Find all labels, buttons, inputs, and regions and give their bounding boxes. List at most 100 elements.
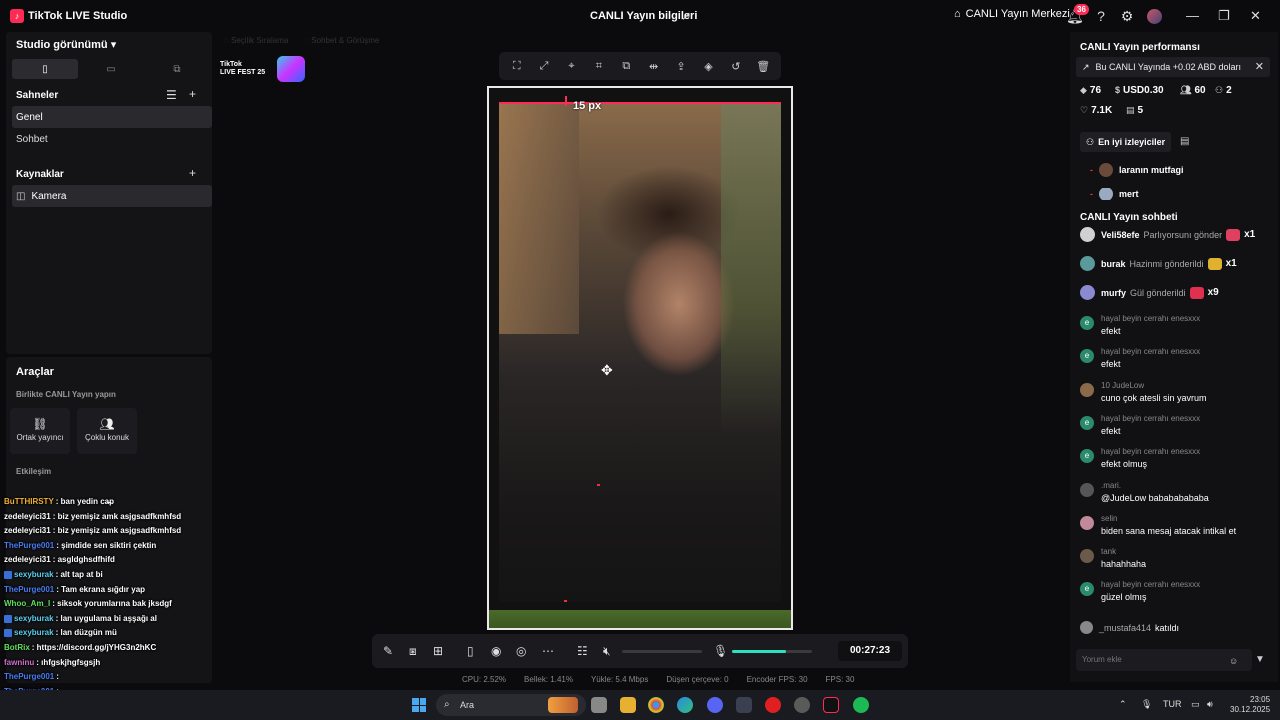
volume-icon[interactable]: 🔊︎	[1207, 699, 1213, 710]
gift-text: Hazinmi gönderildi	[1129, 258, 1204, 269]
search-highlight-icon[interactable]	[548, 697, 578, 713]
send-icon[interactable]: ▼	[1255, 654, 1265, 665]
avatar: e	[1080, 582, 1094, 597]
overlay-chat-text: : ban yedin ca̶p	[55, 497, 115, 506]
crop-icon[interactable]: ⌗	[592, 60, 606, 73]
overlay-chat-line: sexyburak: lan düzgün mü	[4, 628, 117, 637]
layers-icon[interactable]: ◈	[701, 60, 715, 73]
avatar: e	[1080, 349, 1094, 364]
speaker-muted-icon[interactable]: 🔇︎	[603, 644, 611, 659]
expand-icon[interactable]: ⤢	[537, 60, 551, 73]
encoder-fps-stat: Encoder FPS: 30	[746, 675, 808, 684]
overlay-chat-user: zedeleyici31	[4, 526, 51, 536]
mic-icon[interactable]: 🎙︎	[713, 644, 728, 658]
overlay-chat-text: : biz yemişiz amk asjgsadfkmhfsd	[52, 526, 182, 536]
copy-icon[interactable]: ⧉	[619, 60, 633, 73]
upload-stat: Yükle: 5.4 Mbps	[590, 675, 649, 684]
overlay-chat-line: BotRix: https://discord.gg/jYHG3n2hKC	[4, 643, 156, 652]
gift-icon	[1207, 257, 1222, 270]
top-viewers-tab[interactable]: ⚇ En iyi izleyiciler	[1080, 132, 1172, 152]
center-icon[interactable]: ⌖	[564, 60, 578, 73]
banner-close-icon[interactable]: ✕	[1255, 60, 1264, 73]
record-icon[interactable]: ◉	[491, 644, 501, 658]
scene-item-genel[interactable]: Genel	[12, 106, 212, 128]
task-view-icon[interactable]	[591, 697, 607, 713]
viewers-icon: 👥︎	[1180, 85, 1192, 95]
dual-layout-button[interactable]: ⧉	[144, 59, 210, 79]
maximize-icon[interactable]: ❐	[1218, 8, 1230, 24]
overlay-chat-user: ThePurge001	[4, 672, 55, 682]
list-icon[interactable]: ☰	[166, 88, 177, 102]
cohost-tool-button[interactable]: ⛓ Ortak yayıncı	[10, 408, 70, 454]
spotify-icon[interactable]	[853, 697, 869, 713]
chat-text: efekt	[1101, 359, 1121, 370]
comment-input[interactable]	[1076, 649, 1252, 671]
camera-plant-right	[721, 104, 781, 434]
trash-icon[interactable]: 🗑︎	[756, 60, 770, 73]
gift-text: Parlıyorsunı gönder	[1143, 229, 1223, 240]
live-center-button[interactable]: ⌂ CANLI Yayın Merkezi	[954, 8, 1070, 20]
tray-mic-icon[interactable]: 🎙︎	[1141, 699, 1152, 710]
list-view-icon[interactable]: ▤	[1180, 136, 1189, 147]
app-title: TikTok LIVE Studio	[28, 10, 128, 22]
file-explorer-icon[interactable]	[620, 697, 636, 713]
chat-text: efekt	[1101, 425, 1121, 436]
bring-front-icon[interactable]: ⇪	[674, 60, 688, 73]
share-icon[interactable]: ↗	[681, 9, 691, 23]
opera-icon[interactable]	[765, 697, 781, 713]
flip-icon[interactable]: ⇹	[647, 60, 661, 73]
discord-icon[interactable]	[707, 697, 723, 713]
diamond-icon: ◆	[1080, 85, 1087, 95]
camera-toggle-icon[interactable]: ◎	[516, 644, 526, 658]
scene-item-sohbet[interactable]: Sohbet	[12, 128, 212, 150]
close-icon[interactable]: ✕	[1250, 8, 1261, 24]
effects-icon[interactable]: ⧆	[409, 644, 417, 659]
stream-control-bar: ✎ ⧆ ⊞ ▯ ◉ ◎ ⋯ ☷ 🔇︎ 🎙︎ 00:27:23	[372, 634, 908, 668]
network-icon[interactable]: ▭	[1191, 699, 1200, 710]
tiktok-studio-icon[interactable]	[823, 697, 839, 713]
clock[interactable]: 23:05 30.12.2025	[1230, 695, 1270, 715]
undo-icon[interactable]: ↺	[729, 60, 743, 73]
steam-icon[interactable]	[736, 697, 752, 713]
memory-stat: Bellek: 1.41%	[524, 675, 573, 684]
mixer-icon[interactable]: ☷	[577, 644, 588, 658]
settings-app-icon[interactable]	[794, 697, 810, 713]
studio-view-dropdown[interactable]: Studio görünümü ▾	[16, 38, 116, 51]
scene-add-icon[interactable]: ⊞	[433, 644, 443, 658]
gear-icon[interactable]: ⚙	[1119, 8, 1135, 24]
language-indicator[interactable]: TUR	[1163, 699, 1182, 709]
profile-avatar[interactable]	[1147, 9, 1162, 24]
scenes-panel: Studio görünümü ▾ ▯ ▭ ⧉ Sahneler ☰ + Gen…	[6, 32, 212, 354]
top-viewer-row[interactable]: - mert	[1090, 188, 1139, 200]
tray-chevron-icon[interactable]: ⌃	[1119, 699, 1127, 710]
multi-guest-tool-button[interactable]: 👥︎ Çoklu konuk	[77, 408, 137, 454]
join-text: katıldı	[1155, 622, 1180, 633]
volume-slider[interactable]	[622, 650, 702, 653]
top-viewer-row[interactable]: - laranın mutfagi	[1090, 163, 1184, 177]
gift-row: burak Hazinmi gönderildi x1	[1080, 256, 1237, 271]
emoji-icon[interactable]: ☺	[1229, 656, 1238, 666]
landscape-layout-button[interactable]: ▭	[78, 59, 144, 79]
heart-icon: ♡	[1080, 105, 1089, 115]
live-preview[interactable]: ✥ 15 px	[487, 86, 793, 630]
help-icon[interactable]: ?	[1093, 8, 1109, 24]
edge-icon[interactable]	[677, 697, 693, 713]
add-source-icon[interactable]: +	[189, 166, 196, 180]
add-scene-icon[interactable]: +	[189, 87, 196, 101]
chrome-icon[interactable]	[648, 697, 664, 713]
gift-count: x9	[1207, 287, 1219, 298]
camera-feed[interactable]: ✥	[499, 104, 781, 602]
source-item-kamera[interactable]: ◫ Kamera	[12, 185, 212, 207]
title-bar: ♪ TikTok LIVE Studio CANLI Yayın bilgile…	[0, 0, 1280, 32]
more-icon[interactable]: ⋯	[542, 644, 554, 658]
sources-title: Kaynaklar	[16, 169, 64, 180]
portrait-layout-button[interactable]: ▯	[12, 59, 78, 79]
mic-level-slider[interactable]	[732, 650, 812, 653]
overlay-chat-line: sexyburak: lan uygulama bi aşşağı al	[4, 614, 157, 623]
magic-icon[interactable]: ✎	[383, 644, 393, 658]
phone-icon[interactable]: ▯	[467, 644, 474, 658]
avatar	[1080, 515, 1094, 530]
windows-start-icon[interactable]	[412, 698, 426, 712]
fit-icon[interactable]: ⛶	[510, 60, 524, 73]
minimize-icon[interactable]: —	[1186, 8, 1199, 23]
